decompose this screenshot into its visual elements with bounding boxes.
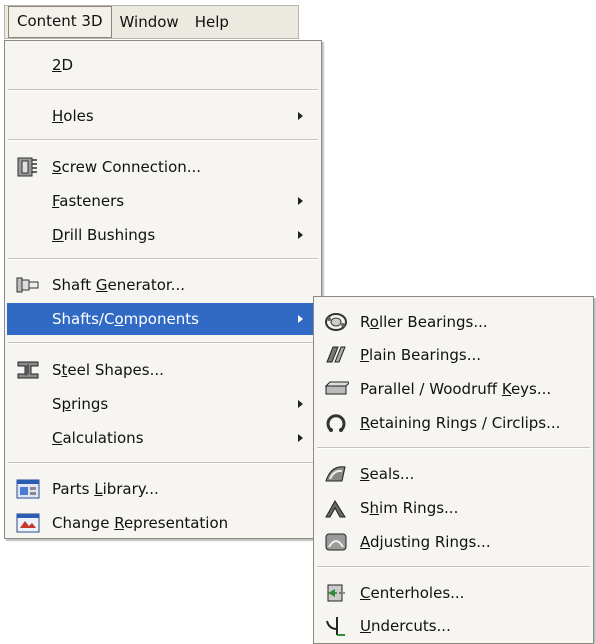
separator — [317, 566, 590, 568]
menu-item-label: Calculations — [52, 429, 144, 447]
submenu-arrow-icon — [298, 434, 303, 442]
menu-item-label: Parts Library... — [52, 480, 159, 498]
menu-item-undercuts[interactable]: Undercuts... — [317, 610, 591, 642]
change-representation-icon — [15, 512, 41, 534]
submenu-arrow-icon — [298, 197, 303, 205]
menu-item-label: Steel Shapes... — [52, 361, 164, 379]
separator — [8, 139, 318, 141]
menu-item-holes[interactable]: Holes — [7, 100, 319, 132]
separator — [8, 462, 318, 464]
seal-icon — [323, 463, 349, 485]
menu-item-label: Undercuts... — [360, 617, 451, 635]
menu-item-label: Parallel / Woodruff Keys... — [360, 380, 552, 398]
roller-bearing-icon — [323, 311, 349, 333]
menu-item-label: Seals... — [360, 465, 415, 483]
menu-item-calculations[interactable]: Calculations — [7, 422, 319, 454]
centerhole-icon — [323, 582, 349, 604]
undercut-icon — [323, 615, 349, 637]
menu-item-label: Holes — [52, 107, 94, 125]
menu-help[interactable]: Help — [187, 7, 237, 37]
menu-item-drill-bushings[interactable]: Drill Bushings — [7, 219, 319, 251]
menu-item-label: Drill Bushings — [52, 226, 156, 244]
menu-item-label: Fasteners — [52, 192, 125, 210]
screw-connection-icon — [15, 156, 41, 178]
menu-item-parts-library[interactable]: Parts Library... — [7, 473, 319, 505]
plain-bearing-icon — [323, 344, 349, 366]
menu-item-seals[interactable]: Seals... — [317, 458, 591, 490]
menu-item-label: Plain Bearings... — [360, 346, 482, 364]
menu-item-label: Shim Rings... — [360, 499, 459, 517]
submenu-arrow-icon — [298, 315, 303, 323]
menu-item-shaft-generator[interactable]: Shaft Generator... — [7, 269, 319, 301]
submenu-arrow-icon — [298, 112, 303, 120]
menu-item-label: Centerholes... — [360, 584, 465, 602]
separator — [8, 258, 318, 260]
menu-bar: Content 3D Window Help — [4, 5, 299, 39]
shim-ring-icon — [323, 497, 349, 519]
menu-item-label: Change Representation — [52, 514, 229, 532]
menu-item-label: Shafts/Components — [52, 310, 199, 328]
menu-item-label: Retaining Rings / Circlips... — [360, 414, 561, 432]
menu-item-springs[interactable]: Springs — [7, 388, 319, 420]
menu-item-label: 2D — [52, 56, 74, 74]
steel-shapes-icon — [15, 359, 41, 381]
submenu-arrow-icon — [298, 400, 303, 408]
shafts-components-submenu: Roller Bearings... Plain Bearings... Par… — [313, 296, 594, 644]
menu-item-label: Adjusting Rings... — [360, 533, 491, 551]
menu-item-steel-shapes[interactable]: Steel Shapes... — [7, 354, 319, 386]
menu-content-3d[interactable]: Content 3D — [8, 6, 112, 38]
content-3d-dropdown: 2D Holes Screw Connection... Fasteners D… — [4, 40, 322, 539]
submenu-arrow-icon — [298, 231, 303, 239]
separator — [317, 447, 590, 449]
separator — [8, 89, 318, 91]
menu-item-label: Roller Bearings... — [360, 313, 488, 331]
menu-item-roller-bearings[interactable]: Roller Bearings... — [317, 306, 591, 338]
separator — [8, 342, 318, 344]
adjusting-ring-icon — [323, 531, 349, 553]
menu-item-screw-connection[interactable]: Screw Connection... — [7, 151, 319, 183]
menu-item-shafts-components[interactable]: Shafts/Components — [7, 303, 319, 335]
menu-item-fasteners[interactable]: Fasteners — [7, 185, 319, 217]
menu-item-plain-bearings[interactable]: Plain Bearings... — [317, 339, 591, 371]
menu-item-2d[interactable]: 2D — [7, 49, 319, 81]
menu-item-change-representation[interactable]: Change Representation — [7, 507, 319, 539]
menu-item-parallel-woodruff-keys[interactable]: Parallel / Woodruff Keys... — [317, 373, 591, 405]
key-icon — [323, 378, 352, 400]
menu-item-centerholes[interactable]: Centerholes... — [317, 577, 591, 609]
menu-item-shim-rings[interactable]: Shim Rings... — [317, 492, 591, 524]
menu-item-label: Shaft Generator... — [52, 276, 185, 294]
menu-item-adjusting-rings[interactable]: Adjusting Rings... — [317, 526, 591, 558]
menu-item-retaining-rings[interactable]: Retaining Rings / Circlips... — [317, 407, 591, 439]
shaft-generator-icon — [15, 274, 41, 296]
menu-window[interactable]: Window — [112, 7, 187, 37]
circlip-icon — [323, 412, 349, 434]
menu-item-label: Screw Connection... — [52, 158, 202, 176]
menu-item-label: Springs — [52, 395, 109, 413]
parts-library-icon — [15, 478, 41, 500]
